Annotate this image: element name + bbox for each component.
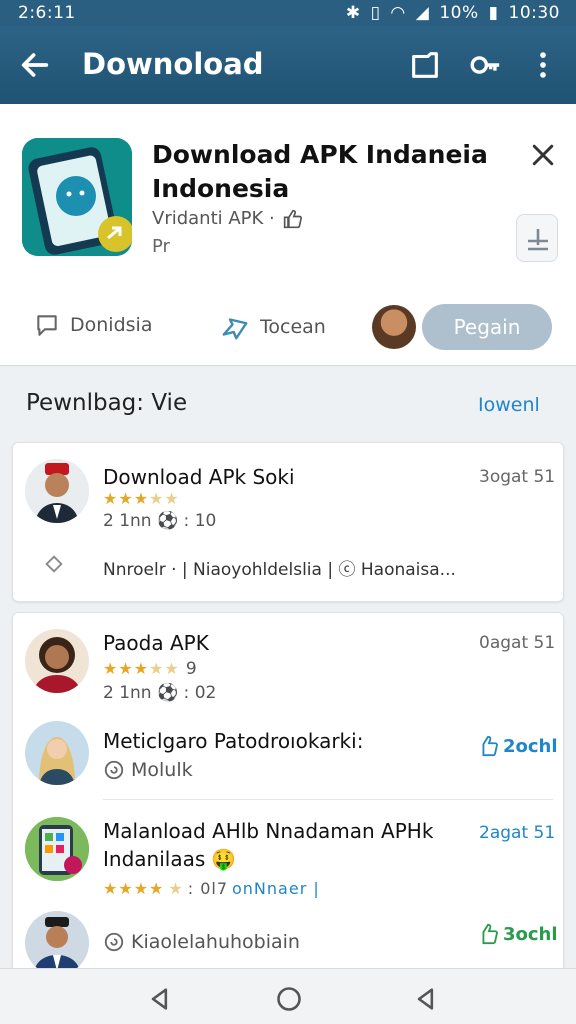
item-meta: 2 1nn ⚽ : 10: [103, 511, 217, 531]
download-button[interactable]: [516, 214, 558, 262]
more-vert-icon[interactable]: [526, 48, 560, 82]
avatar: [25, 459, 89, 523]
like-pill[interactable]: 2ochl: [477, 735, 558, 757]
like-pill[interactable]: 3ochl: [477, 923, 558, 945]
item-date: 0agat 51: [479, 633, 556, 653]
star-rating: ★★★★★: [103, 489, 180, 508]
item-sub: Molulk: [103, 759, 193, 781]
star-rating: ★★★★ ★ : 0l7 onNnaer |: [103, 879, 320, 898]
back-nav-icon[interactable]: [146, 985, 174, 1013]
thumbs-up-icon[interactable]: [283, 209, 303, 229]
share-icon: [222, 318, 248, 340]
close-icon[interactable]: [528, 140, 558, 170]
item-date: 2agat 51: [479, 823, 556, 843]
rating-text: : 0l7: [187, 879, 228, 898]
item-sub-label: Kiaolelahuhobiain: [131, 931, 300, 953]
section-title: Pewnlbag: Vie: [26, 390, 188, 416]
primary-button[interactable]: Pegain: [422, 304, 552, 350]
item-title[interactable]: Malanload AHlb Nnadaman APHk: [103, 819, 433, 843]
like-count: 3ochl: [503, 923, 558, 945]
phone-app-icon: [22, 138, 132, 256]
user-avatar[interactable]: [372, 305, 416, 349]
like-count: 2ochl: [503, 735, 558, 757]
tag-icon: [45, 555, 63, 573]
app-title-line2: Indonesia: [152, 174, 290, 203]
item-title-2: Indanilaas 🤑: [103, 847, 236, 871]
home-nav-icon[interactable]: [275, 985, 303, 1013]
thumbs-up-icon: [482, 923, 498, 945]
bluetooth-icon: ✱: [345, 3, 361, 23]
status-time-right: 10:30: [508, 3, 560, 23]
app-header-card: Download APK Indaneia Indonesia Vridanti…: [0, 104, 576, 366]
download-card[interactable]: Download APk Soki 3ogat 51 ★★★★★ 2 1nn ⚽…: [12, 442, 564, 602]
avatar: [25, 817, 89, 881]
item-title-line2: Indanilaas: [103, 847, 206, 871]
page-title: Downoload: [82, 47, 264, 81]
section-link[interactable]: Iowenl: [478, 394, 540, 416]
battery-level: 10%: [439, 3, 479, 23]
share-label: Tocean: [260, 316, 326, 338]
system-nav-bar: [0, 968, 576, 1024]
signal-icon: ◢: [415, 3, 430, 23]
app-subtitle-2: Pr: [152, 236, 170, 257]
download-list-card: Paoda APK 0agat 51 ★★★★★ 9 2 1nn ⚽ : 02 …: [12, 612, 564, 975]
comment-label: Donidsia: [70, 314, 153, 336]
avatar: [25, 721, 89, 785]
app-subtitle: Vridanti APK ·: [152, 208, 303, 229]
rating-value: 9: [185, 659, 198, 679]
item-sub[interactable]: Kiaolelahuhobiain: [103, 931, 300, 953]
app-icon[interactable]: [22, 138, 132, 256]
vibrate-icon: ▯: [370, 3, 381, 23]
clock-icon: [104, 760, 124, 780]
comment-icon: [37, 315, 57, 336]
share-action[interactable]: Tocean: [220, 312, 326, 342]
avatar: [25, 911, 89, 975]
recents-nav-icon[interactable]: [412, 985, 440, 1013]
status-bar: 2:6:11 ✱ ▯ ◠ ◢ 10% ▮ 10:30: [0, 0, 576, 26]
divider: [103, 799, 553, 800]
item-meta: 2 1nn ⚽ : 02: [103, 683, 217, 703]
item-sub-label: Molulk: [131, 759, 193, 781]
item-title: Download APk Soki: [103, 465, 295, 489]
item-tags[interactable]: Nnroelr · | Niaoyohldelslia | ⓒ Haonaisa…: [103, 555, 456, 580]
app-title-line1: Download APK Indaneia: [152, 140, 488, 169]
status-time-left: 2:6:11: [18, 3, 76, 23]
item-date: 3ogat 51: [479, 467, 556, 487]
item-title[interactable]: Paoda APK: [103, 631, 209, 655]
avatar: [25, 629, 89, 693]
download-icon: [528, 229, 548, 251]
battery-icon: ▮: [488, 3, 499, 23]
item-title[interactable]: Meticlgaro Patodroıokarki:: [103, 729, 363, 753]
app-developer: Vridanti APK ·: [152, 208, 275, 229]
comment-action[interactable]: Donidsia: [34, 312, 152, 338]
app-title: Download APK Indaneia Indonesia: [152, 138, 522, 206]
star-rating: ★★★★★ 9: [103, 659, 198, 679]
item-link[interactable]: onNnaer |: [232, 879, 320, 898]
thumbs-up-icon: [482, 735, 498, 757]
key-icon[interactable]: [468, 48, 502, 82]
arrow-left-icon[interactable]: [18, 48, 52, 82]
clock-icon: [104, 932, 124, 952]
folder-icon[interactable]: [408, 48, 442, 82]
app-bar: Downoload: [0, 26, 576, 104]
money-face-emoji: 🤑: [211, 847, 237, 871]
wifi-icon: ◠: [390, 3, 406, 23]
